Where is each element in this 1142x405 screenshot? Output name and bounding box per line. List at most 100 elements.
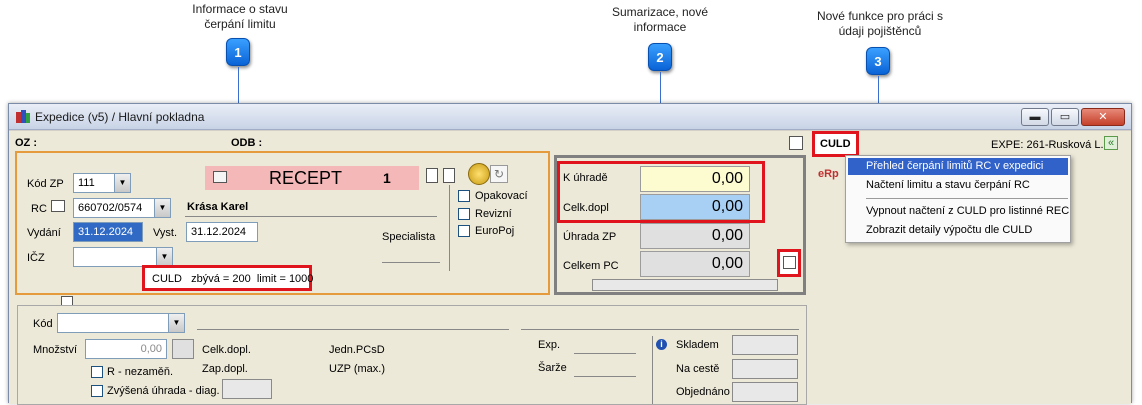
vertical-divider [449,185,450,271]
close-button[interactable]: ✕ [1081,108,1125,126]
title-bar: Expedice (v5) / Hlavní pokladna ▬ ▭ ✕ [9,104,1131,130]
print-icon[interactable] [789,136,803,150]
patient-name: Krása Karel [187,201,249,213]
celk-dopl-lower-label: Celk.dopl. [202,344,251,356]
exp-label: Exp. [538,339,561,351]
objednano-field [732,382,798,402]
annotation-2-badge: 2 [648,43,672,71]
k-uhrade-value: 0,00 [640,166,750,192]
menu-item-prehled[interactable]: Přehled čerpání limitů RC v expedici [848,158,1068,175]
sarze-underline [574,376,636,377]
kod-select[interactable]: ▼ [57,313,185,333]
k-uhrade-label: K úhradě [563,172,608,184]
rc-label: RC [31,203,47,215]
vyst-field[interactable]: 31.12.2024 [186,222,258,242]
europoj-label: EuroPoj [475,225,515,237]
menu-item-vypnout[interactable]: Vypnout načtení z CULD pro listinné REC [866,205,1069,217]
zvysena-checkbox[interactable] [91,385,103,397]
kod-underline [197,329,509,330]
revizni-label: Revizní [475,208,512,220]
menu-item-zobrazit[interactable]: Zobrazit detaily výpočtu dle CULD [866,224,1032,236]
minimize-button[interactable]: ▬ [1021,108,1049,126]
maximize-icon: ▭ [1059,111,1071,123]
coin-icon[interactable] [468,163,490,185]
na-ceste-field [732,359,798,379]
oz-label: OZ : [15,137,37,149]
annotation-3-line1: Nové funkce pro práci s [816,9,944,23]
recept-label: RECEPT [269,168,343,188]
annotation-3-badge: 3 [866,47,890,75]
progress-bar [592,279,778,291]
icz-label: IČZ [27,252,45,264]
specialista-label: Specialista [382,231,436,243]
chevron-down-icon[interactable]: ▼ [156,248,172,266]
culd-menu: Přehled čerpání limitů RC v expedici Nač… [845,155,1071,243]
refresh-icon[interactable]: ↻ [490,165,508,183]
kod-zp-select[interactable]: 111 ▼ [73,173,131,193]
info-icon[interactable]: i [656,339,667,350]
stock-divider [652,336,653,404]
expe-text: EXPE: 261-Rusková L. [991,139,1104,151]
celk-dopl-value: 0,00 [640,194,750,220]
celkem-pc-label: Celkem PC [563,260,619,272]
recept-bar: RECEPT 1 [205,166,419,190]
window-content: OZ : ODB : CULD EXPE: 261-Rusková L. « K… [9,131,1131,405]
menu-separator [866,198,1068,199]
annotation-1-badge: 1 [226,38,250,66]
culd-button[interactable]: CULD [812,131,859,157]
uzp-max-label: UZP (max.) [329,363,386,375]
annotation-1-line1: Informace o stavu [192,2,288,16]
culd-status-box: CULD zbývá = 200 limit = 1000 [142,265,313,291]
sarze-label: Šarže [538,362,567,374]
mnozstvi-label: Množství [33,344,78,356]
celkem-pc-value: 0,00 [640,251,750,277]
rc-select[interactable]: 660702/0574 ▼ [73,198,171,218]
revizni-checkbox[interactable] [458,208,470,220]
diag-field[interactable] [222,379,272,399]
name-underline [185,216,437,217]
culd-button-label: CULD [820,138,851,150]
annotation-2-text: Sumarizace, nové informace [590,5,730,35]
minimize-icon: ▬ [1029,111,1041,123]
summary-print-button[interactable] [777,249,801,277]
app-window: Expedice (v5) / Hlavní pokladna ▬ ▭ ✕ OZ… [8,103,1132,405]
opakovaci-checkbox[interactable] [458,190,470,202]
na-ceste-label: Na cestě [676,363,720,375]
vydani-field[interactable]: 31.12.2024 [73,222,143,242]
notes-alt-icon[interactable] [443,168,455,183]
notes-icon[interactable] [426,168,438,183]
uhrada-zp-value: 0,00 [640,223,750,249]
skladem-field [732,335,798,355]
odb-label: ODB : [231,137,263,149]
kod-label: Kód [33,318,53,330]
objednano-label: Objednáno [676,386,730,398]
chevron-down-icon[interactable]: ▼ [154,199,170,217]
annotation-2-line1: Sumarizace, nové [611,5,709,19]
maximize-button[interactable]: ▭ [1051,108,1079,126]
print-icon [783,256,796,269]
r-nezamen-checkbox[interactable] [91,366,103,378]
mnozstvi-unit [172,339,194,359]
kod-underline-2 [521,329,799,330]
menu-item-nacteni[interactable]: Načtení limitu a stavu čerpání RC [866,179,1030,191]
annotation-3-text: Nové funkce pro práci s údaji pojištěnců [795,9,965,39]
celk-dopl-label: Celk.dopl [563,202,609,214]
mnozstvi-field[interactable]: 0,00 [85,339,167,359]
kod-zp-label: Kód ZP [27,178,64,190]
icz-select[interactable]: ▼ [73,247,173,267]
collapse-icon[interactable]: « [1104,136,1118,150]
kod-zp-value: 111 [78,177,95,189]
vydani-label: Vydání [27,227,61,239]
zap-dopl-label: Zap.dopl. [202,363,248,375]
rc-value: 660702/0574 [78,202,143,214]
zvysena-label: Zvýšená úhrada - diag. [107,385,220,397]
chevron-down-icon[interactable]: ▼ [168,314,184,332]
europoj-checkbox[interactable] [458,225,470,237]
chevron-down-icon[interactable]: ▼ [114,174,130,192]
opakovaci-label: Opakovací [475,190,528,202]
vyst-label: Vyst. [153,227,178,239]
document-icon [213,171,227,183]
menu-item-prehled-label: Přehled čerpání limitů RC v expedici [866,160,1044,172]
card-icon[interactable] [51,200,65,212]
uhrada-zp-label: Úhrada ZP [563,231,617,243]
